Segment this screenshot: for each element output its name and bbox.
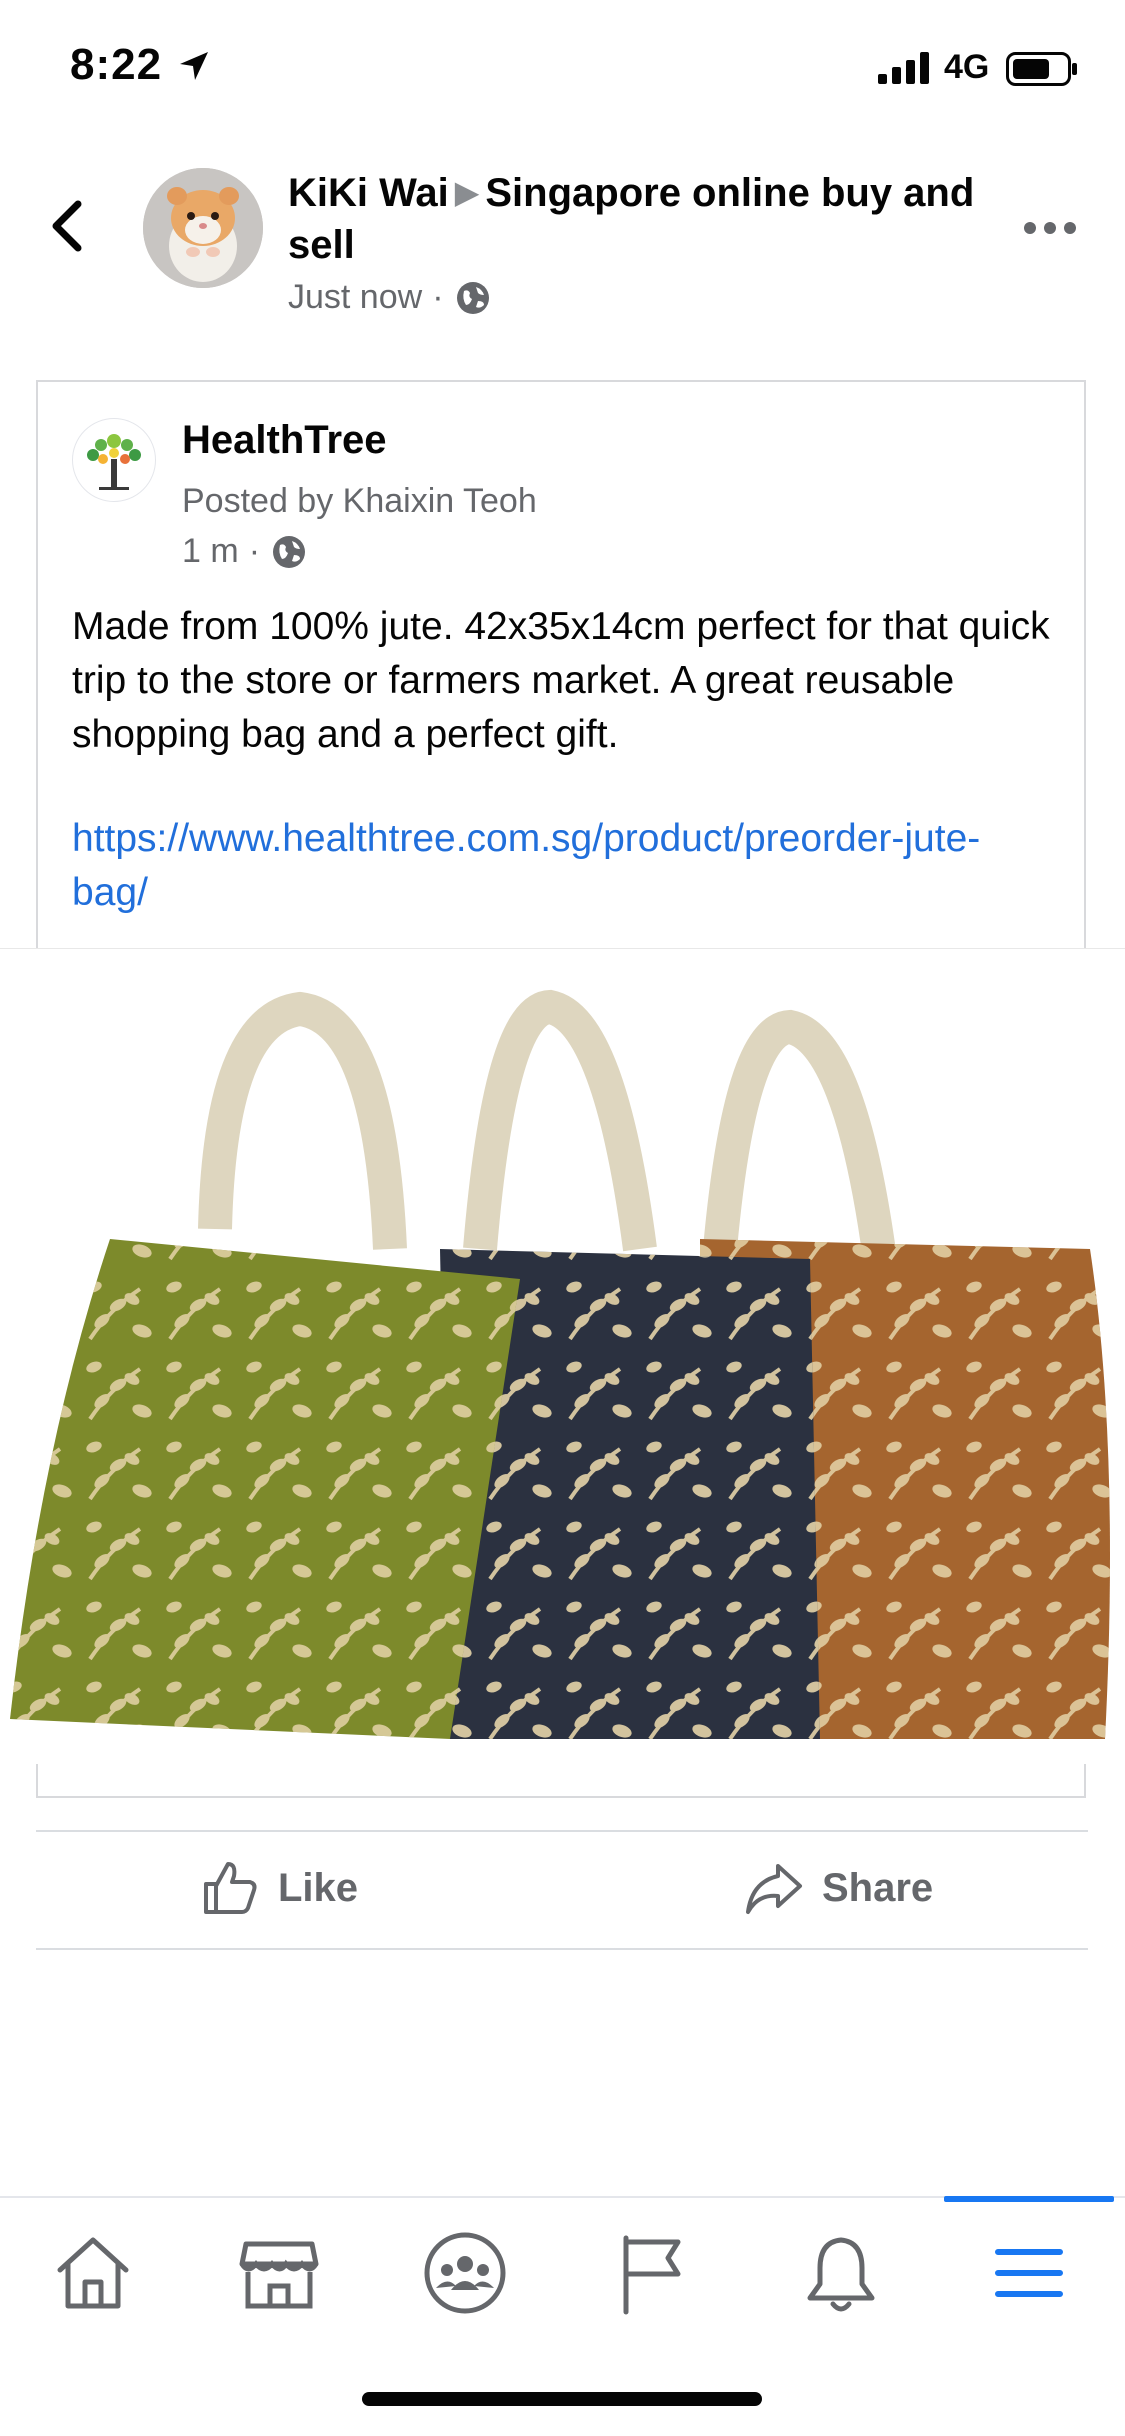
tab-pages[interactable] <box>608 2228 698 2318</box>
tab-marketplace[interactable] <box>234 2228 324 2318</box>
more-options-icon[interactable] <box>1022 210 1078 246</box>
pages-flag-icon <box>623 2235 681 2315</box>
globe-icon <box>456 281 489 314</box>
active-tab-indicator <box>944 2196 1114 2202</box>
groups-icon <box>424 2232 506 2314</box>
battery-icon <box>1006 52 1077 86</box>
share-label: Share <box>822 1865 934 1910</box>
tab-notifications[interactable] <box>796 2228 886 2318</box>
signal-icon <box>878 52 929 84</box>
meta-dot: · <box>248 532 261 570</box>
share-button[interactable]: Share <box>744 1858 933 1918</box>
healthtree-logo[interactable] <box>72 418 156 502</box>
facebook-post-page: 8:22 4G KiKi Wai ▶ Singapore online buy … <box>0 0 1125 2436</box>
jute-bags-image <box>10 989 1110 1739</box>
like-button[interactable]: Like <box>200 1858 358 1918</box>
share-arrow-icon <box>746 1864 802 1914</box>
home-indicator[interactable] <box>362 2392 762 2406</box>
home-icon <box>57 2237 129 2309</box>
location-arrow-icon <box>180 52 208 80</box>
network-label: 4G <box>944 48 990 86</box>
actions-divider-top <box>36 1830 1088 1832</box>
status-bar: 8:22 4G <box>0 0 1125 132</box>
thumbs-up-icon <box>204 1862 257 1914</box>
product-photo[interactable] <box>0 948 1125 1764</box>
page-name-link[interactable]: HealthTree <box>182 418 387 463</box>
author-name-link[interactable]: KiKi Wai <box>288 171 449 215</box>
notifications-icon <box>807 2237 875 2312</box>
hamster-avatar-image <box>143 168 263 288</box>
post-body-text: Made from 100% jute. 42x35x14cm perfect … <box>72 605 1050 756</box>
like-label: Like <box>278 1865 359 1910</box>
tab-home[interactable] <box>48 2228 138 2318</box>
meta-dot: · <box>432 278 444 316</box>
actions-divider-bottom <box>36 1948 1088 1950</box>
back-chevron-icon[interactable] <box>40 196 100 256</box>
posted-by-text: Posted by Khaixin Teoh <box>182 482 537 520</box>
author-avatar[interactable] <box>143 168 263 288</box>
post-header-title: KiKi Wai ▶ Singapore online buy and sell <box>288 166 978 271</box>
tree-logo-icon <box>87 434 141 490</box>
product-link[interactable]: https://www.healthtree.com.sg/product/pr… <box>72 812 1052 920</box>
status-time: 8:22 <box>70 40 163 89</box>
marketplace-icon <box>239 2241 319 2309</box>
tab-menu[interactable] <box>984 2228 1074 2318</box>
shared-post-timestamp[interactable]: 1 m <box>182 532 239 571</box>
post-timestamp[interactable]: Just now <box>288 278 422 317</box>
shared-post-meta: 1 m · <box>182 532 308 571</box>
menu-icon <box>995 2249 1063 2297</box>
share-arrow-separator: ▶ <box>454 174 480 210</box>
tab-groups[interactable] <box>420 2228 510 2318</box>
post-meta: Just now · <box>288 278 492 317</box>
globe-icon <box>273 535 306 568</box>
